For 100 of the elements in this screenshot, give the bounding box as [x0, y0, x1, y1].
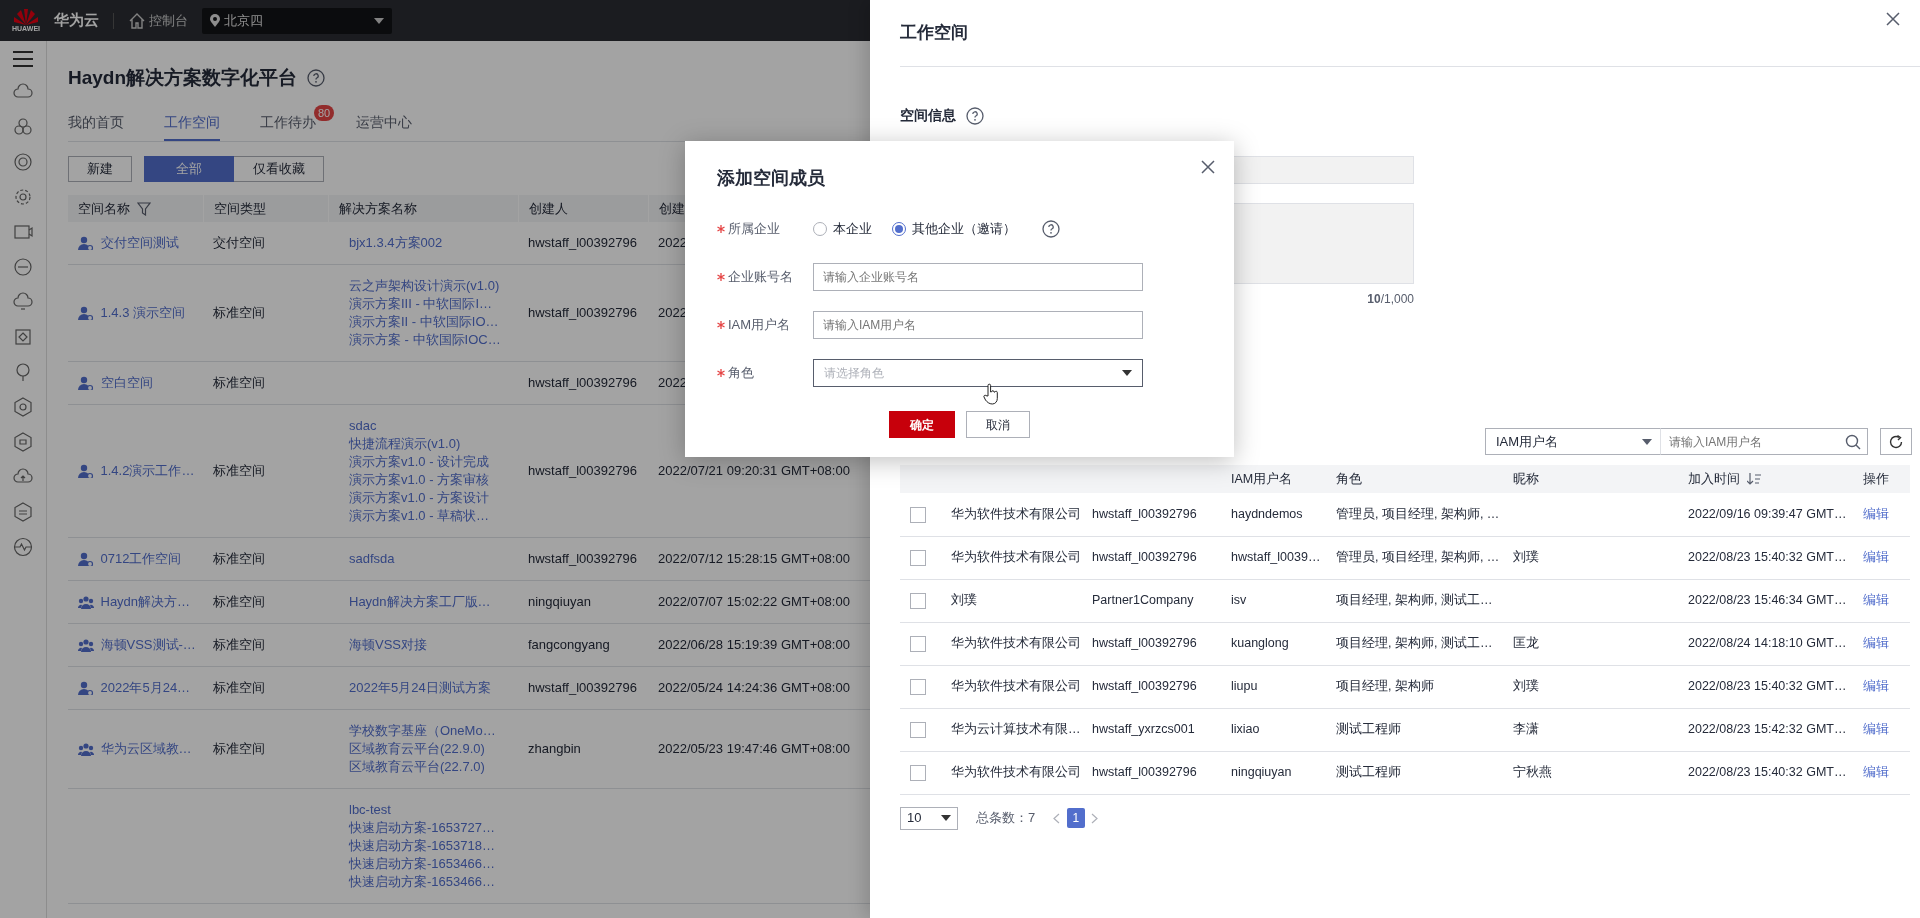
edit-link[interactable]: 编辑 — [1863, 679, 1889, 694]
edit-link[interactable]: 编辑 — [1863, 636, 1889, 651]
tree-icon[interactable] — [13, 362, 33, 382]
space-name-link[interactable]: 华为云区域教… — [100, 740, 192, 758]
tab[interactable]: 运营中心 — [356, 105, 413, 141]
solution-link[interactable]: 海顿VSS对接 — [349, 637, 427, 652]
hexagon-icon[interactable] — [13, 432, 33, 452]
edit-link[interactable]: 编辑 — [1863, 550, 1889, 565]
solution-link[interactable]: 演示方案III - 中软国际I… — [349, 296, 492, 311]
confirm-button[interactable]: 确定 — [889, 411, 955, 438]
checkbox[interactable] — [910, 549, 926, 566]
table-cell: liupu — [1221, 665, 1326, 708]
page-size-select[interactable]: 10 — [900, 806, 958, 830]
solution-link[interactable]: 演示方案 - 中软国际IOC… — [349, 332, 501, 347]
search-type-select[interactable]: IAM用户名 — [1485, 428, 1661, 455]
solution-link[interactable]: sadfsda — [349, 551, 395, 566]
solution-link[interactable]: 区域教育云平台(22.9.0) — [349, 741, 485, 756]
solution-link[interactable]: 云之声架构设计演示(v1.0) — [349, 278, 500, 293]
filter-button[interactable]: 仅看收藏 — [234, 156, 324, 182]
next-icon[interactable] — [1091, 812, 1099, 824]
solution-link[interactable]: bjx1.3.4方案002 — [349, 235, 443, 250]
table-cell: 华为软件技术有限公司 — [941, 622, 1082, 665]
checkbox[interactable] — [910, 506, 926, 523]
tab[interactable]: 工作空间 — [164, 105, 220, 141]
help-icon[interactable] — [966, 106, 984, 125]
solution-link[interactable]: 快捷流程演示(v1.0) — [349, 436, 461, 451]
table-cell: 华为软件技术有限公司 — [941, 665, 1082, 708]
region-select[interactable]: 北京四 — [202, 7, 393, 34]
checkbox[interactable] — [910, 764, 926, 781]
filter-icon[interactable] — [136, 201, 151, 216]
sort-icon[interactable] — [1746, 473, 1761, 485]
circle-icon[interactable] — [13, 152, 33, 172]
solution-link[interactable]: 演示方案v1.0 - 方案审核 — [349, 472, 490, 487]
search-field[interactable]: 请输入IAM用户名 — [1661, 428, 1838, 455]
console-link[interactable]: 控制台 — [128, 10, 189, 31]
space-name-link[interactable]: 2022年5月24… — [100, 679, 191, 697]
checkbox[interactable] — [910, 635, 926, 652]
tab[interactable]: 我的首页 — [68, 105, 124, 141]
solution-link[interactable]: 演示方案v1.0 - 设计完成 — [349, 454, 490, 469]
space-name-link[interactable]: 空白空间 — [100, 374, 153, 392]
solution-link[interactable]: sdac — [349, 418, 377, 433]
solution-link[interactable]: 学校数字基座（OneMo… — [349, 723, 496, 738]
input-field[interactable]: 请输入IAM用户名 — [813, 311, 1143, 339]
solution-link[interactable]: 区域教育云平台(22.7.0) — [349, 759, 485, 774]
table-cell: hwstaff_l00392796 — [1082, 622, 1221, 665]
solution-link[interactable]: 演示方案II - 中软国际IO… — [349, 314, 499, 329]
hexagon-icon[interactable] — [13, 502, 33, 522]
table-cell: 标准空间 — [203, 264, 328, 362]
space-name-link[interactable]: 交付空间测试 — [100, 234, 179, 252]
hexagon-icon[interactable] — [13, 397, 33, 417]
pulse-icon[interactable] — [13, 537, 33, 557]
column-header: 创建人 — [528, 199, 568, 218]
checkbox[interactable] — [910, 721, 926, 738]
caret-icon — [1642, 438, 1652, 445]
menu-icon[interactable] — [13, 51, 33, 67]
radio-option[interactable]: 其他企业（邀请） — [892, 219, 1016, 239]
new-button[interactable]: 新建 — [68, 156, 132, 182]
radio-option[interactable]: 本企业 — [813, 219, 872, 239]
cloud-icon[interactable] — [13, 292, 33, 312]
solution-link[interactable]: Haydn解决方案工厂版… — [349, 594, 491, 609]
space-name-link[interactable]: Haydn解决方… — [100, 593, 191, 611]
edit-link[interactable]: 编辑 — [1863, 722, 1889, 737]
table-cell: 刘璞 — [1503, 665, 1678, 708]
close-button[interactable] — [1201, 160, 1215, 174]
close-button[interactable] — [1886, 12, 1900, 26]
space-name-link[interactable]: 1.4.2演示工作… — [100, 462, 195, 480]
solution-link[interactable]: 快速启动方案-1653466… — [349, 856, 495, 871]
solution-link[interactable]: 快速启动方案-1653718… — [349, 838, 495, 853]
solution-link[interactable]: 演示方案v1.0 - 草稿状… — [349, 508, 490, 523]
search-button[interactable] — [1838, 428, 1868, 455]
role-select[interactable]: 请选择角色 — [813, 359, 1143, 387]
prev-icon[interactable] — [1053, 812, 1061, 824]
edit-link[interactable]: 编辑 — [1863, 765, 1889, 780]
page-button[interactable]: 1 — [1066, 808, 1085, 828]
input-field[interactable]: 请输入企业账号名 — [813, 263, 1143, 291]
space-name-link[interactable]: 海顿VSS测试-… — [100, 636, 196, 654]
table-cell: 刘璞 — [1503, 536, 1678, 579]
cancel-button[interactable]: 取消 — [966, 411, 1030, 438]
column-header: 空间名称 — [78, 199, 130, 218]
edit-link[interactable]: 编辑 — [1863, 593, 1889, 608]
cluster-icon[interactable] — [13, 117, 33, 137]
edit-link[interactable]: 编辑 — [1863, 506, 1889, 521]
solution-link[interactable]: 快速启动方案-1653727… — [349, 820, 495, 835]
solution-link[interactable]: lbc-test — [349, 802, 391, 817]
checkbox[interactable] — [910, 592, 926, 609]
filter-button[interactable]: 全部 — [144, 156, 234, 182]
space-name-link[interactable]: 1.4.3 演示空间 — [100, 304, 186, 322]
solution-link[interactable]: 2022年5月24日测试方案 — [349, 680, 491, 695]
video-icon[interactable] — [13, 222, 33, 242]
square-icon[interactable] — [13, 327, 33, 347]
checkbox[interactable] — [910, 678, 926, 695]
refresh-button[interactable] — [1880, 428, 1912, 455]
help-icon[interactable] — [1042, 220, 1060, 238]
character-counter: 10/1,000 — [1366, 291, 1414, 308]
table-cell: 2022/08/23 15:42:32 GMT… — [1678, 708, 1853, 751]
solution-link[interactable]: 快速启动方案-1653466… — [349, 874, 495, 889]
help-icon[interactable] — [307, 69, 326, 87]
table-cell: 项目经理, 架构师, 测试工… — [1326, 579, 1503, 622]
space-name-link[interactable]: 0712工作空间 — [100, 550, 182, 568]
solution-link[interactable]: 演示方案v1.0 - 方案设计 — [349, 490, 490, 505]
